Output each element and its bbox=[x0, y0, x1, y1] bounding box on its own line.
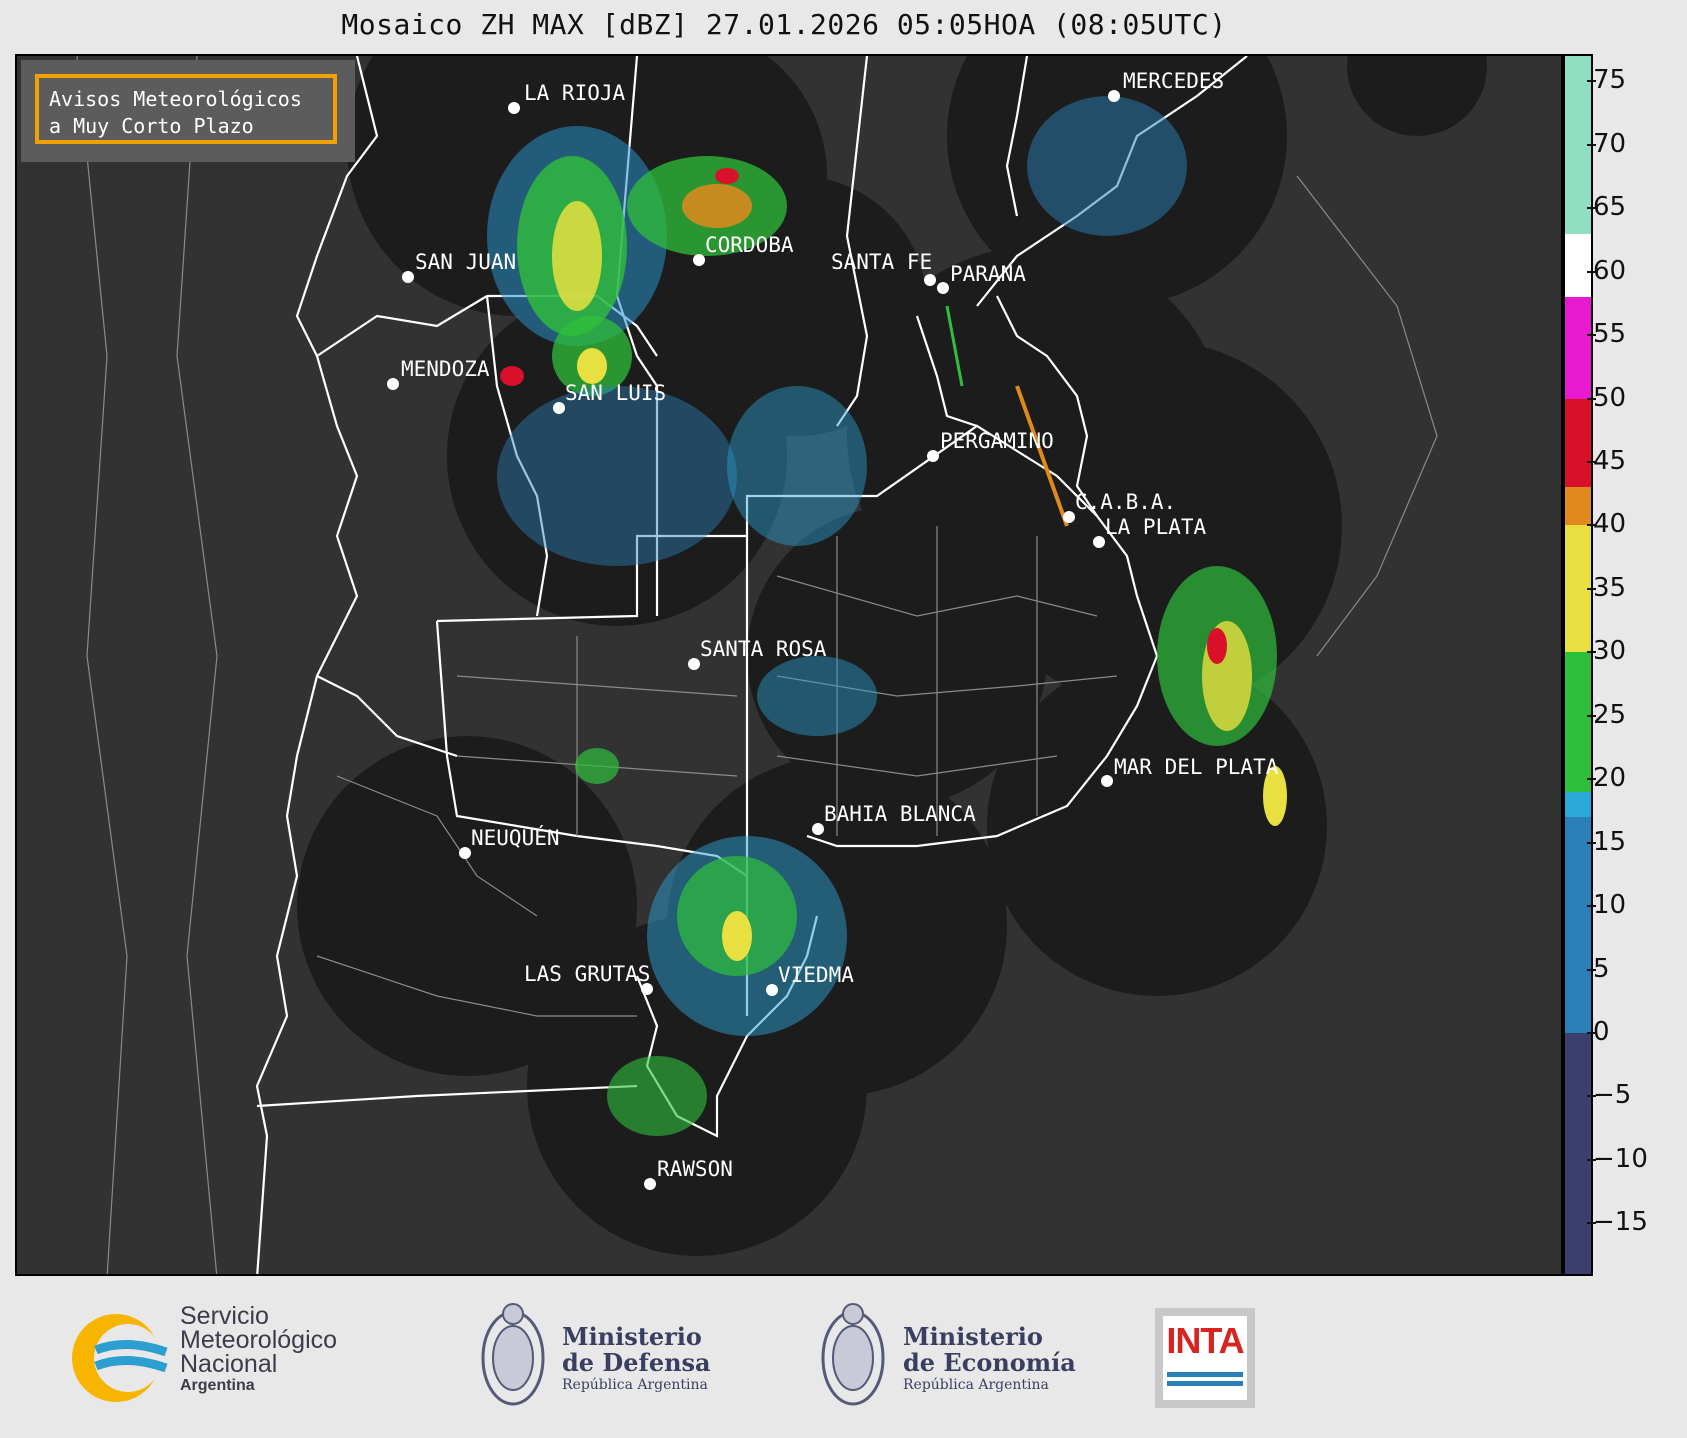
notice-label: Avisos Meteorológicos a Muy Corto Plazo bbox=[35, 74, 337, 144]
smn-line-4: Argentina bbox=[180, 1377, 255, 1394]
city-label: LA PLATA bbox=[1105, 515, 1207, 539]
economia-line-1: Ministerio bbox=[903, 1322, 1043, 1351]
colorbar-segment bbox=[1565, 233, 1591, 298]
smn-logo-icon bbox=[72, 1314, 168, 1402]
radar-map-canvas: LA RIOJA MERCEDES CORDOBA SAN JUAN SANTA… bbox=[76, 56, 1487, 1274]
colorbar-segment bbox=[1565, 817, 1591, 1033]
city-label: RAWSON bbox=[657, 1157, 733, 1181]
defensa-line-1: Ministerio bbox=[562, 1322, 702, 1351]
city-label: LAS GRUTAS bbox=[524, 962, 650, 986]
city-label: SAN LUIS bbox=[565, 381, 666, 405]
colorbar-tick: 20 bbox=[1586, 763, 1627, 794]
city-label: MENDOZA bbox=[401, 357, 490, 381]
colorbar-segment bbox=[1565, 297, 1591, 399]
colorbar-segment bbox=[1565, 1032, 1591, 1274]
colorbar-tick: −5 bbox=[1586, 1080, 1632, 1111]
city-label: SANTA ROSA bbox=[700, 637, 827, 661]
colorbar-tick: 30 bbox=[1586, 636, 1627, 667]
city-label: SANTA FE bbox=[831, 250, 932, 274]
smn-line-2: Meteorológico bbox=[180, 1326, 338, 1354]
colorbar bbox=[1563, 54, 1593, 1276]
colorbar-segment bbox=[1565, 398, 1591, 488]
colorbar-tick: 75 bbox=[1586, 65, 1627, 96]
colorbar-tick: 10 bbox=[1586, 890, 1627, 921]
city-label: LA RIOJA bbox=[524, 81, 626, 105]
city-label: MERCEDES bbox=[1123, 69, 1224, 93]
economia-line-2: de Economía bbox=[903, 1348, 1076, 1377]
coat-of-arms-icon bbox=[481, 1303, 545, 1406]
colorbar-tick: −15 bbox=[1587, 1207, 1648, 1238]
defensa-line-2: de Defensa bbox=[562, 1348, 711, 1377]
coat-of-arms-icon bbox=[821, 1303, 885, 1406]
colorbar-tick: 25 bbox=[1586, 699, 1627, 730]
city-label: CORDOBA bbox=[705, 233, 794, 257]
colorbar-tick: 70 bbox=[1586, 128, 1627, 159]
city-label: BAHIA BLANCA bbox=[824, 802, 976, 826]
city-label: SAN JUAN bbox=[415, 250, 516, 274]
radar-map[interactable]: LA RIOJA MERCEDES CORDOBA SAN JUAN SANTA… bbox=[15, 54, 1563, 1276]
colorbar-tick: 35 bbox=[1586, 572, 1627, 603]
city-label: VIEDMA bbox=[778, 963, 854, 987]
notice-line-1: Avisos Meteorológicos bbox=[49, 87, 302, 111]
colorbar-tick: 5 bbox=[1587, 953, 1610, 984]
city-label: C.A.B.A. bbox=[1075, 490, 1176, 514]
defensa-line-3: República Argentina bbox=[562, 1377, 708, 1393]
economia-logo-text: Ministerio de Economía República Argenti… bbox=[903, 1324, 1076, 1394]
economia-line-3: República Argentina bbox=[903, 1377, 1049, 1393]
smn-line-3: Nacional bbox=[180, 1350, 278, 1378]
notice-box: Avisos Meteorológicos a Muy Corto Plazo bbox=[21, 60, 355, 162]
colorbar-segment bbox=[1565, 652, 1591, 792]
colorbar-tick: 55 bbox=[1586, 319, 1627, 350]
colorbar-tick: 50 bbox=[1586, 382, 1627, 413]
colorbar-tick: 45 bbox=[1586, 446, 1627, 476]
colorbar-segment bbox=[1565, 487, 1591, 526]
inta-logo: INTA bbox=[1155, 1308, 1255, 1408]
colorbar-tick: 65 bbox=[1586, 192, 1627, 223]
smn-line-1: Servicio bbox=[180, 1302, 269, 1330]
city-label: MAR DEL PLATA bbox=[1114, 755, 1279, 779]
radar-coverage bbox=[297, 56, 1487, 1256]
city-label: PARANA bbox=[950, 262, 1026, 286]
footer: Servicio Meteorológico Nacional Argentin… bbox=[0, 1276, 1687, 1438]
defensa-logo-text: Ministerio de Defensa República Argentin… bbox=[562, 1324, 711, 1394]
colorbar-tick: 40 bbox=[1586, 509, 1627, 540]
city-label: NEUQUÉN bbox=[471, 825, 560, 850]
map-title: Mosaico ZH MAX [dBZ] 27.01.2026 05:05HOA… bbox=[341, 8, 1227, 41]
colorbar-tick: 0 bbox=[1587, 1016, 1610, 1047]
smn-logo-text: Servicio Meteorológico Nacional Argentin… bbox=[180, 1304, 337, 1396]
colorbar-segment bbox=[1565, 791, 1591, 818]
colorbar-tick: 60 bbox=[1586, 255, 1627, 286]
colorbar-tick: −10 bbox=[1587, 1143, 1648, 1174]
inta-logo-text: INTA bbox=[1166, 1320, 1244, 1361]
city-label: PERGAMINO bbox=[940, 429, 1054, 453]
colorbar-tick: 15 bbox=[1586, 826, 1627, 857]
notice-line-2: a Muy Corto Plazo bbox=[49, 114, 254, 138]
